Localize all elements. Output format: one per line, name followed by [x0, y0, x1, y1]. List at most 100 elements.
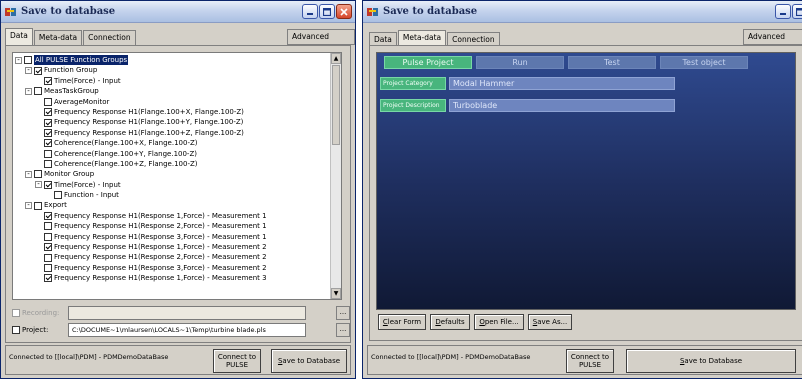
- open-file-button[interactable]: Open File...: [474, 314, 524, 330]
- tree-node-checkbox[interactable]: [44, 274, 52, 283]
- advanced-mode-button[interactable]: Advanced mode: [287, 29, 355, 55]
- project-category-field[interactable]: Modal Hammer: [449, 77, 675, 90]
- tree-node-checkbox[interactable]: [34, 66, 42, 75]
- tree-node-checkbox[interactable]: [44, 160, 52, 169]
- tree-node-checkbox[interactable]: [44, 180, 52, 189]
- database-app-icon: [367, 7, 378, 16]
- tree-node-label: Frequency Response H1(Response 1,Force) …: [54, 243, 267, 252]
- tree-node-checkbox[interactable]: [44, 149, 52, 158]
- tree-node[interactable]: Frequency Response H1(Response 1,Force) …: [15, 211, 329, 221]
- defaults-label-rest: efaults: [440, 318, 465, 326]
- meta-tab-test-object[interactable]: Test object: [660, 56, 748, 69]
- tree-node[interactable]: AverageMonitor: [15, 97, 329, 107]
- tree-node-checkbox[interactable]: [34, 87, 42, 96]
- connection-status: Connected to [[local]\PDM] - PDMDemoData…: [371, 353, 531, 361]
- minimize-icon[interactable]: [302, 4, 318, 19]
- tree-node-checkbox[interactable]: [44, 243, 52, 252]
- tree-node-checkbox[interactable]: [24, 56, 32, 65]
- tree-node-checkbox[interactable]: [54, 191, 62, 200]
- collapse-toggle-icon[interactable]: -: [25, 87, 32, 95]
- connect-line-1: Connect to: [570, 353, 610, 361]
- tree-node[interactable]: - Export: [15, 200, 329, 210]
- meta-tab-run[interactable]: Run: [476, 56, 564, 69]
- meta-tab-test[interactable]: Test: [568, 56, 656, 69]
- tree-node-checkbox[interactable]: [44, 253, 52, 262]
- project-description-field[interactable]: Turboblade: [449, 99, 675, 112]
- tree-node[interactable]: Frequency Response H1(Flange.100+Z, Flan…: [15, 128, 329, 138]
- tree-node[interactable]: Coherence(Flange.100+X, Flange.100-Z): [15, 138, 329, 148]
- defaults-button[interactable]: Defaults: [430, 314, 470, 330]
- left-window-title: Save to database: [21, 6, 116, 17]
- scroll-thumb[interactable]: [332, 65, 340, 145]
- tree-node-checkbox[interactable]: [44, 232, 52, 241]
- project-browse-button[interactable]: ...: [336, 323, 350, 337]
- tree-node-checkbox[interactable]: [44, 128, 52, 137]
- collapse-toggle-icon[interactable]: -: [15, 56, 22, 64]
- collapse-toggle-icon[interactable]: -: [35, 181, 42, 189]
- tab-meta-data[interactable]: Meta-data: [33, 30, 83, 45]
- tree-node-checkbox[interactable]: [44, 108, 52, 117]
- recording-browse-button[interactable]: ...: [336, 306, 350, 320]
- recording-field[interactable]: [68, 306, 306, 320]
- meta-tab-pulse-project[interactable]: Pulse Project: [384, 56, 472, 69]
- tree-node-checkbox[interactable]: [44, 222, 52, 231]
- tree-node[interactable]: Frequency Response H1(Response 1,Force) …: [15, 242, 329, 252]
- project-checkbox[interactable]: [12, 326, 20, 334]
- tree-node[interactable]: - Time(Force) - Input: [15, 180, 329, 190]
- save-to-database-button[interactable]: Save to Database: [271, 349, 347, 373]
- maximize-icon[interactable]: [319, 4, 335, 19]
- tree-node-checkbox[interactable]: [44, 76, 52, 85]
- collapse-toggle-icon[interactable]: -: [25, 202, 32, 210]
- tree-node[interactable]: Time(Force) - Input: [15, 76, 329, 86]
- function-group-tree[interactable]: - All PULSE Function Groups - Function Grou…: [12, 52, 342, 300]
- collapse-toggle-icon[interactable]: -: [25, 67, 32, 75]
- recording-checkbox[interactable]: [12, 309, 20, 317]
- tree-node[interactable]: Frequency Response H1(Response 3,Force) …: [15, 232, 329, 242]
- project-row: Project: C:\DOCUME~1\mlaursen\LOCALS~1\T…: [12, 323, 350, 337]
- tree-node[interactable]: Coherence(Flange.100+Y, Flange.100-Z): [15, 149, 329, 159]
- tree-node[interactable]: - Function Group: [15, 65, 329, 75]
- minimize-icon[interactable]: [775, 4, 791, 19]
- maximize-icon[interactable]: [792, 4, 802, 19]
- data-tab-panel: - All PULSE Function Groups - Function Grou…: [5, 45, 351, 343]
- tree-node-checkbox[interactable]: [34, 201, 42, 210]
- connect-to-pulse-button[interactable]: Connect to PULSE: [566, 349, 614, 373]
- clear-form-button[interactable]: Clear Form: [378, 314, 426, 330]
- project-label: Project:: [22, 326, 49, 334]
- close-icon[interactable]: [336, 4, 352, 19]
- tree-node[interactable]: Frequency Response H1(Response 2,Force) …: [15, 221, 329, 231]
- left-title-bar[interactable]: Save to database: [1, 1, 355, 23]
- tree-node[interactable]: Frequency Response H1(Response 2,Force) …: [15, 252, 329, 262]
- tab-connection[interactable]: Connection: [83, 30, 136, 45]
- save-to-database-button[interactable]: Save to Database: [626, 349, 796, 373]
- scroll-up-icon[interactable]: ▲: [331, 53, 341, 64]
- tree-scrollbar[interactable]: ▲ ▼: [330, 53, 341, 299]
- tree-node[interactable]: - All PULSE Function Groups: [15, 55, 329, 66]
- tree-node-checkbox[interactable]: [44, 264, 52, 272]
- project-path-field[interactable]: C:\DOCUME~1\mlaursen\LOCALS~1\Temp\turbi…: [68, 323, 306, 337]
- save-as-button[interactable]: Save As...: [528, 314, 572, 330]
- tree-node-checkbox[interactable]: [44, 139, 52, 148]
- collapse-toggle-icon[interactable]: -: [25, 170, 32, 178]
- right-title-bar[interactable]: Save to database: [363, 1, 802, 23]
- tree-node-checkbox[interactable]: [44, 97, 52, 106]
- tree-node[interactable]: Frequency Response H1(Response 1,Force) …: [15, 273, 329, 283]
- tree-node[interactable]: - MeasTaskGroup: [15, 86, 329, 96]
- tree-node[interactable]: Frequency Response H1(Flange.100+X, Flan…: [15, 107, 329, 117]
- tree-node[interactable]: Frequency Response H1(Flange.100+Y, Flan…: [15, 117, 329, 127]
- connect-to-pulse-button[interactable]: Connect to PULSE: [213, 349, 261, 373]
- save-label-rest: ave to Database: [282, 357, 341, 365]
- tree-node-checkbox[interactable]: [34, 170, 42, 179]
- project-description-label: Project Description: [380, 99, 446, 112]
- tree-node[interactable]: Coherence(Flange.100+Z, Flange.100-Z): [15, 159, 329, 169]
- tab-data[interactable]: Data: [5, 28, 33, 45]
- tree-node-checkbox[interactable]: [44, 212, 52, 221]
- left-window: Save to database Data Meta-data Connecti…: [0, 0, 356, 379]
- tree-node[interactable]: Frequency Response H1(Response 3,Force) …: [15, 263, 329, 273]
- tree-node[interactable]: - Monitor Group: [15, 169, 329, 179]
- tree-node[interactable]: Function - Input: [15, 190, 329, 200]
- scroll-down-icon[interactable]: ▼: [331, 288, 341, 299]
- advanced-mode-button[interactable]: Advanced mode: [743, 29, 802, 55]
- tree-node-checkbox[interactable]: [44, 118, 52, 127]
- tree-node-label: AverageMonitor: [54, 97, 110, 106]
